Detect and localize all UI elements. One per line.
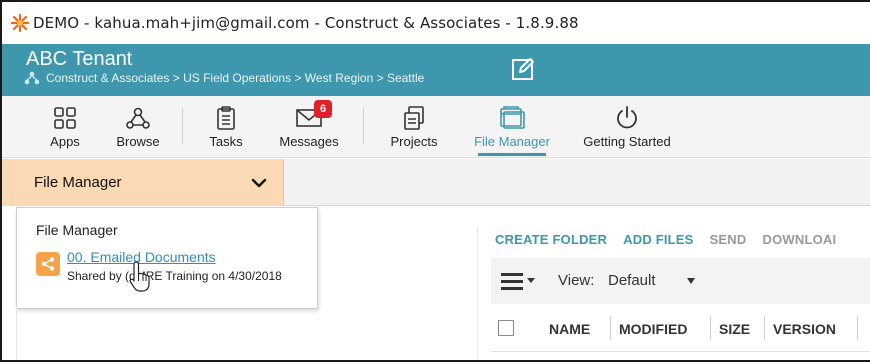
module-selector-row: File Manager <box>2 159 870 206</box>
breadcrumb[interactable]: Construct & Associates > US Field Operat… <box>24 71 424 85</box>
list-menu-icon[interactable] <box>501 271 537 291</box>
toolbar-browse-label: Browse <box>116 134 160 149</box>
main-toolbar: Apps Browse Tasks 6 Messages Projects Fi… <box>2 96 870 158</box>
caret-down-icon[interactable] <box>687 278 695 284</box>
view-select[interactable]: Default <box>608 272 656 289</box>
toolbar-divider <box>363 108 364 144</box>
hand-cursor-icon <box>129 261 150 292</box>
tenant-header: ABC Tenant Construct & Associates > US F… <box>2 44 870 96</box>
download-button[interactable]: DOWNLOAI <box>762 232 836 247</box>
toolbar-tasks-label: Tasks <box>209 134 243 149</box>
select-all-checkbox[interactable] <box>498 320 514 336</box>
power-icon <box>614 103 640 133</box>
file-manager-icon <box>498 103 526 133</box>
share-icon <box>36 252 60 276</box>
toolbar-file-manager-label: File Manager <box>474 134 550 149</box>
toolbar-tasks[interactable]: Tasks <box>200 96 252 158</box>
toolbar-apps[interactable]: Apps <box>38 96 92 158</box>
column-divider <box>764 316 765 340</box>
column-divider <box>610 316 611 340</box>
module-selector-dropdown[interactable]: File Manager <box>2 159 284 206</box>
toolbar-getting-started-label: Getting Started <box>583 134 671 149</box>
send-button[interactable]: SEND <box>710 232 747 247</box>
add-files-button[interactable]: ADD FILES <box>623 232 693 247</box>
column-divider <box>710 316 711 340</box>
tenant-name[interactable]: ABC Tenant <box>26 48 132 71</box>
toolbar-browse[interactable]: Browse <box>110 96 166 158</box>
active-tab-indicator <box>478 153 546 156</box>
messages-badge: 6 <box>314 100 332 118</box>
module-dropdown-panel: File Manager 00. Emailed Documents Share… <box>16 207 318 309</box>
content-divider <box>477 227 478 360</box>
column-header-size[interactable]: SIZE <box>719 321 750 337</box>
toolbar-divider <box>182 108 183 144</box>
app-window: DEMO - kahua.mah+jim@gmail.com - Constru… <box>0 0 870 362</box>
envelope-icon: 6 <box>295 100 332 133</box>
shared-by-text: Shared by (dMRE Training on 4/30/2018 <box>67 269 282 283</box>
module-selector-label: File Manager <box>34 174 122 191</box>
toolbar-getting-started[interactable]: Getting Started <box>576 96 678 158</box>
window-title: DEMO - kahua.mah+jim@gmail.com - Constru… <box>33 14 579 32</box>
toolbar-messages-label: Messages <box>279 134 339 149</box>
column-header-name[interactable]: NAME <box>549 321 590 337</box>
column-divider <box>857 316 858 340</box>
toolbar-messages[interactable]: 6 Messages <box>274 96 344 158</box>
panel-divider <box>16 307 17 360</box>
window-titlebar: DEMO - kahua.mah+jim@gmail.com - Constru… <box>2 2 870 44</box>
dropdown-header: File Manager <box>36 222 118 238</box>
file-table-header: NAME MODIFIED SIZE VERSION <box>491 304 870 352</box>
breadcrumb-text: Construct & Associates > US Field Operat… <box>46 71 425 85</box>
projects-icon <box>402 103 426 133</box>
view-bar: View: Default <box>491 258 870 304</box>
view-label: View: <box>558 272 595 289</box>
kahua-logo-icon <box>10 13 30 33</box>
file-actions-bar: CREATE FOLDER ADD FILES SEND DOWNLOAI <box>495 232 852 247</box>
hierarchy-icon <box>24 71 40 85</box>
create-folder-button[interactable]: CREATE FOLDER <box>495 232 607 247</box>
chevron-down-icon <box>251 178 267 188</box>
toolbar-file-manager[interactable]: File Manager <box>468 96 556 158</box>
column-header-modified[interactable]: MODIFIED <box>619 321 687 337</box>
toolbar-projects-label: Projects <box>390 134 438 149</box>
browse-network-icon <box>125 103 151 133</box>
edit-icon[interactable] <box>510 56 536 82</box>
apps-grid-icon <box>53 103 77 133</box>
tasks-clipboard-icon <box>215 103 237 133</box>
toolbar-apps-label: Apps <box>50 134 80 149</box>
column-header-version[interactable]: VERSION <box>773 321 836 337</box>
toolbar-projects[interactable]: Projects <box>382 96 446 158</box>
